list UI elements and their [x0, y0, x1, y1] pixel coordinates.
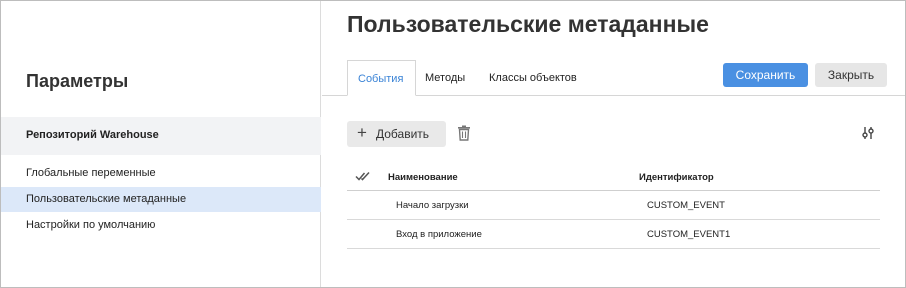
cell-identifier: CUSTOM_EVENT1: [647, 229, 731, 240]
repository-label: Репозиторий Warehouse: [26, 129, 159, 141]
sidebar-item-label: Пользовательские метаданные: [26, 193, 187, 205]
add-button[interactable]: + Добавить: [347, 121, 446, 147]
plus-icon: +: [357, 123, 367, 142]
repository-header: Репозиторий Warehouse: [1, 117, 321, 155]
close-button[interactable]: Закрыть: [815, 63, 887, 87]
sidebar-item-custom-metadata[interactable]: Пользовательские метаданные: [1, 187, 321, 212]
table-header: Наименование Идентификатор: [347, 163, 880, 191]
sidebar: Параметры Репозиторий Warehouse Глобальн…: [1, 1, 321, 287]
metadata-table: Наименование Идентификатор Начало загруз…: [347, 163, 880, 249]
sidebar-title: Параметры: [26, 71, 129, 91]
table-row[interactable]: Начало загрузки CUSTOM_EVENT: [347, 191, 880, 220]
save-button[interactable]: Сохранить: [723, 63, 808, 87]
tab-object-classes[interactable]: Классы объектов: [482, 60, 592, 96]
column-header-name[interactable]: Наименование: [388, 172, 458, 183]
add-button-label: Добавить: [376, 127, 430, 141]
sidebar-item-label: Глобальные переменные: [26, 167, 156, 179]
cell-identifier: CUSTOM_EVENT: [647, 200, 725, 211]
page-title: Пользовательские метаданные: [347, 11, 709, 37]
cell-name: Начало загрузки: [396, 200, 469, 211]
tab-label: Классы объектов: [489, 72, 577, 84]
table-row[interactable]: Вход в приложение CUSTOM_EVENT1: [347, 220, 880, 249]
tab-label: Методы: [425, 72, 466, 84]
sidebar-item-default-settings[interactable]: Настройки по умолчанию: [1, 213, 321, 238]
sidebar-item-global-variables[interactable]: Глобальные переменные: [1, 161, 321, 186]
filter-sliders-icon[interactable]: [860, 125, 876, 141]
sidebar-item-label: Настройки по умолчанию: [26, 219, 156, 231]
tab-events[interactable]: События: [347, 60, 416, 96]
trash-icon[interactable]: [457, 125, 471, 141]
column-header-identifier[interactable]: Идентификатор: [639, 172, 714, 183]
tab-methods[interactable]: Методы: [418, 60, 478, 96]
cell-name: Вход в приложение: [396, 229, 482, 240]
tab-label: События: [358, 73, 404, 85]
select-all-check-icon[interactable]: [355, 170, 371, 182]
